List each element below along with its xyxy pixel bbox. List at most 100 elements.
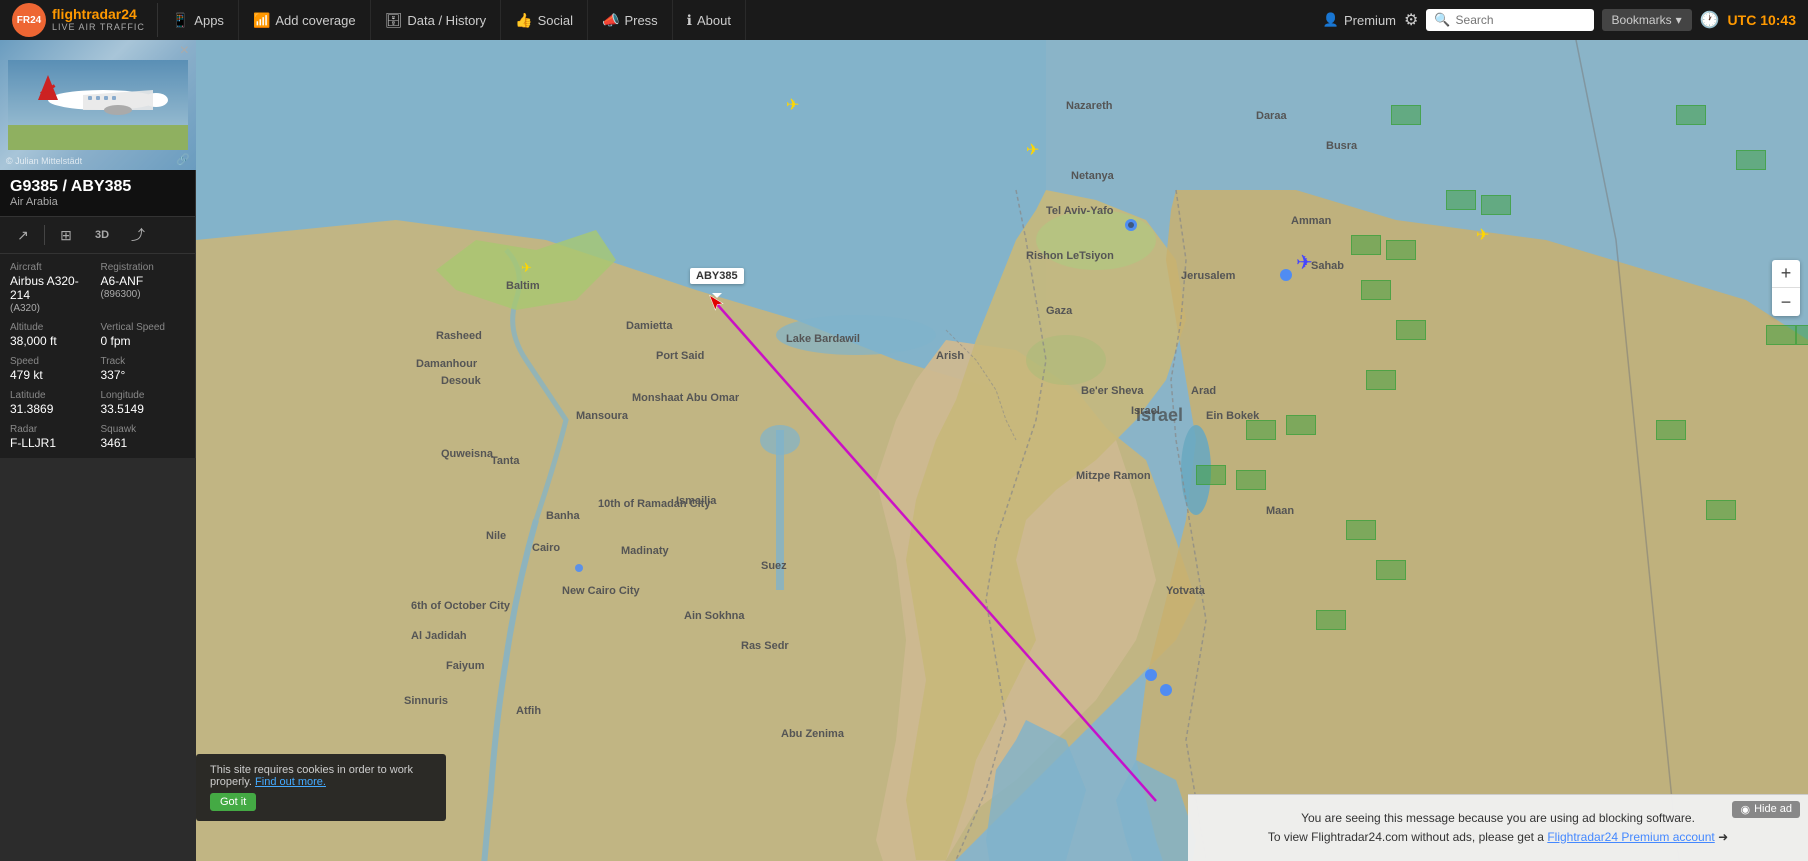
logo[interactable]: FR24 flightradar24 LIVE AIR TRAFFIC [0,3,158,37]
coverage-square [1366,370,1396,390]
zoom-out-button[interactable]: − [1772,288,1800,316]
coverage-square [1706,500,1736,520]
registration-label: Registration [101,262,186,273]
vertical-speed-value: 0 fpm [101,334,186,348]
topnav: FR24 flightradar24 LIVE AIR TRAFFIC 📱 Ap… [0,0,1808,40]
flight-label: ABY385 [690,268,744,284]
hide-ad-icon: ◉ [1740,803,1750,816]
coverage-square [1736,150,1766,170]
squawk-label: Squawk [101,424,186,435]
zoom-in-button[interactable]: + [1772,260,1800,288]
coverage-square [1396,320,1426,340]
altitude-item: Altitude 38,000 ft [10,322,95,348]
social-icon: 👍 [515,12,532,29]
squawk-item: Squawk 3461 [101,424,186,450]
altitude-value: 38,000 ft [10,334,95,348]
apps-icon: 📱 [172,12,189,29]
split-view-button[interactable]: ⊞ [49,221,83,249]
coverage-square [1246,420,1276,440]
bookmarks-label: Bookmarks [1612,13,1672,27]
registration-code: (896300) [101,289,186,300]
coverage-square [1766,325,1796,345]
selected-aircraft-marker[interactable]: ✈ [1296,250,1313,275]
ad-line2: To view Flightradar24.com without ads, p… [1268,830,1544,844]
nav-about-label: About [697,13,731,28]
aircraft-marker[interactable]: ✈ [1026,140,1039,160]
coverage-square [1236,470,1266,490]
settings-button[interactable]: ⚙ [1404,10,1418,30]
altitude-label: Altitude [10,322,95,333]
share-button[interactable]: ⤴ [121,221,155,249]
nav-menu: 📱 Apps 📶 Add coverage 🗄 Data / History 👍… [158,0,1311,40]
close-button[interactable]: × [180,42,189,60]
ad-notice-text: You are seeing this message because you … [1208,809,1788,847]
ad-arrow: ➜ [1718,830,1728,844]
coverage-square [1481,195,1511,215]
coverage-square [1351,235,1381,255]
search-icon: 🔍 [1434,12,1450,28]
nav-add-coverage[interactable]: 📶 Add coverage [239,0,371,40]
aircraft-type-value: Airbus A320-214 [10,274,95,302]
photo-link[interactable]: 🔗 [176,153,190,166]
data-icon: 🗄 [385,12,403,29]
action-divider [44,225,45,245]
latitude-item: Latitude 31.3869 [10,390,95,416]
track-label: Track [101,356,186,367]
aircraft-marker[interactable]: ✈ [786,95,799,115]
premium-label: Premium [1344,13,1396,28]
nav-press[interactable]: 📣 Press [588,0,673,40]
bookmarks-dropdown-icon: ▾ [1676,13,1682,27]
cookie-link[interactable]: Find out more. [255,776,326,788]
speed-label: Speed [10,356,95,367]
nav-data-history[interactable]: 🗄 Data / History [371,0,502,40]
registration-value: A6-ANF [101,274,186,288]
nav-apps[interactable]: 📱 Apps [158,0,239,40]
3d-mode-button[interactable]: 3D [85,221,119,249]
map[interactable]: NazarethDaraaBusraNetanyaTel Aviv-YafoAm… [196,40,1808,861]
flight-info: Aircraft Airbus A320-214 (A320) Registra… [0,254,195,458]
bookmarks-button[interactable]: Bookmarks ▾ [1602,9,1692,31]
logo-brand: flightradar24 [52,7,145,22]
logo-sub: LIVE AIR TRAFFIC [52,23,145,33]
radar-value: F-LLJR1 [10,436,95,450]
nav-social[interactable]: 👍 Social [501,0,588,40]
nav-about[interactable]: ℹ About [673,0,746,40]
aircraft-code: (A320) [10,303,95,314]
coverage-square [1391,105,1421,125]
nav-apps-label: Apps [194,13,224,28]
longitude-item: Longitude 33.5149 [101,390,186,416]
longitude-value: 33.5149 [101,402,186,416]
flight-callsign: G9385 / ABY385 [10,178,185,196]
search-input[interactable] [1456,13,1586,27]
track-item: Track 337° [101,356,186,382]
nav-press-label: Press [624,13,657,28]
speed-value: 479 kt [10,368,95,382]
hide-ad-button[interactable]: ◉ Hide ad [1732,801,1800,818]
track-value: 337° [101,368,186,382]
aircraft-marker[interactable]: ✈ [1476,225,1489,245]
ad-premium-link[interactable]: Flightradar24 Premium account [1547,830,1714,844]
vertical-speed-label: Vertical Speed [101,322,186,333]
aircraft-photo-bg [0,40,196,170]
select-tool-button[interactable]: ↗ [6,221,40,249]
clock-button[interactable]: 🕐 [1700,10,1720,30]
coverage-square [1376,560,1406,580]
aircraft-type-item: Aircraft Airbus A320-214 (A320) [10,262,95,314]
coverage-square [1676,105,1706,125]
got-it-button[interactable]: Got it [210,793,256,811]
coverage-square [1316,610,1346,630]
logo-icon: FR24 [12,3,46,37]
coverage-square [1286,415,1316,435]
user-icon: 👤 [1323,12,1339,28]
aircraft-type-label: Aircraft [10,262,95,273]
ad-line1: You are seeing this message because you … [1301,811,1695,825]
coverage-square [1361,280,1391,300]
aircraft-photo: © Julian Mittelstädt 🔗 [0,40,196,170]
latitude-label: Latitude [10,390,95,401]
nav-right: 👤 Premium ⚙ 🔍 Bookmarks ▾ 🕐 UTC 10:43 [1311,9,1808,31]
search-box[interactable]: 🔍 [1426,9,1593,31]
premium-button[interactable]: 👤 Premium [1323,12,1396,28]
flight-callsign-map: ABY385 [696,270,738,282]
flight-panel: × [0,40,196,458]
aircraft-marker[interactable]: ✈ [521,260,532,276]
